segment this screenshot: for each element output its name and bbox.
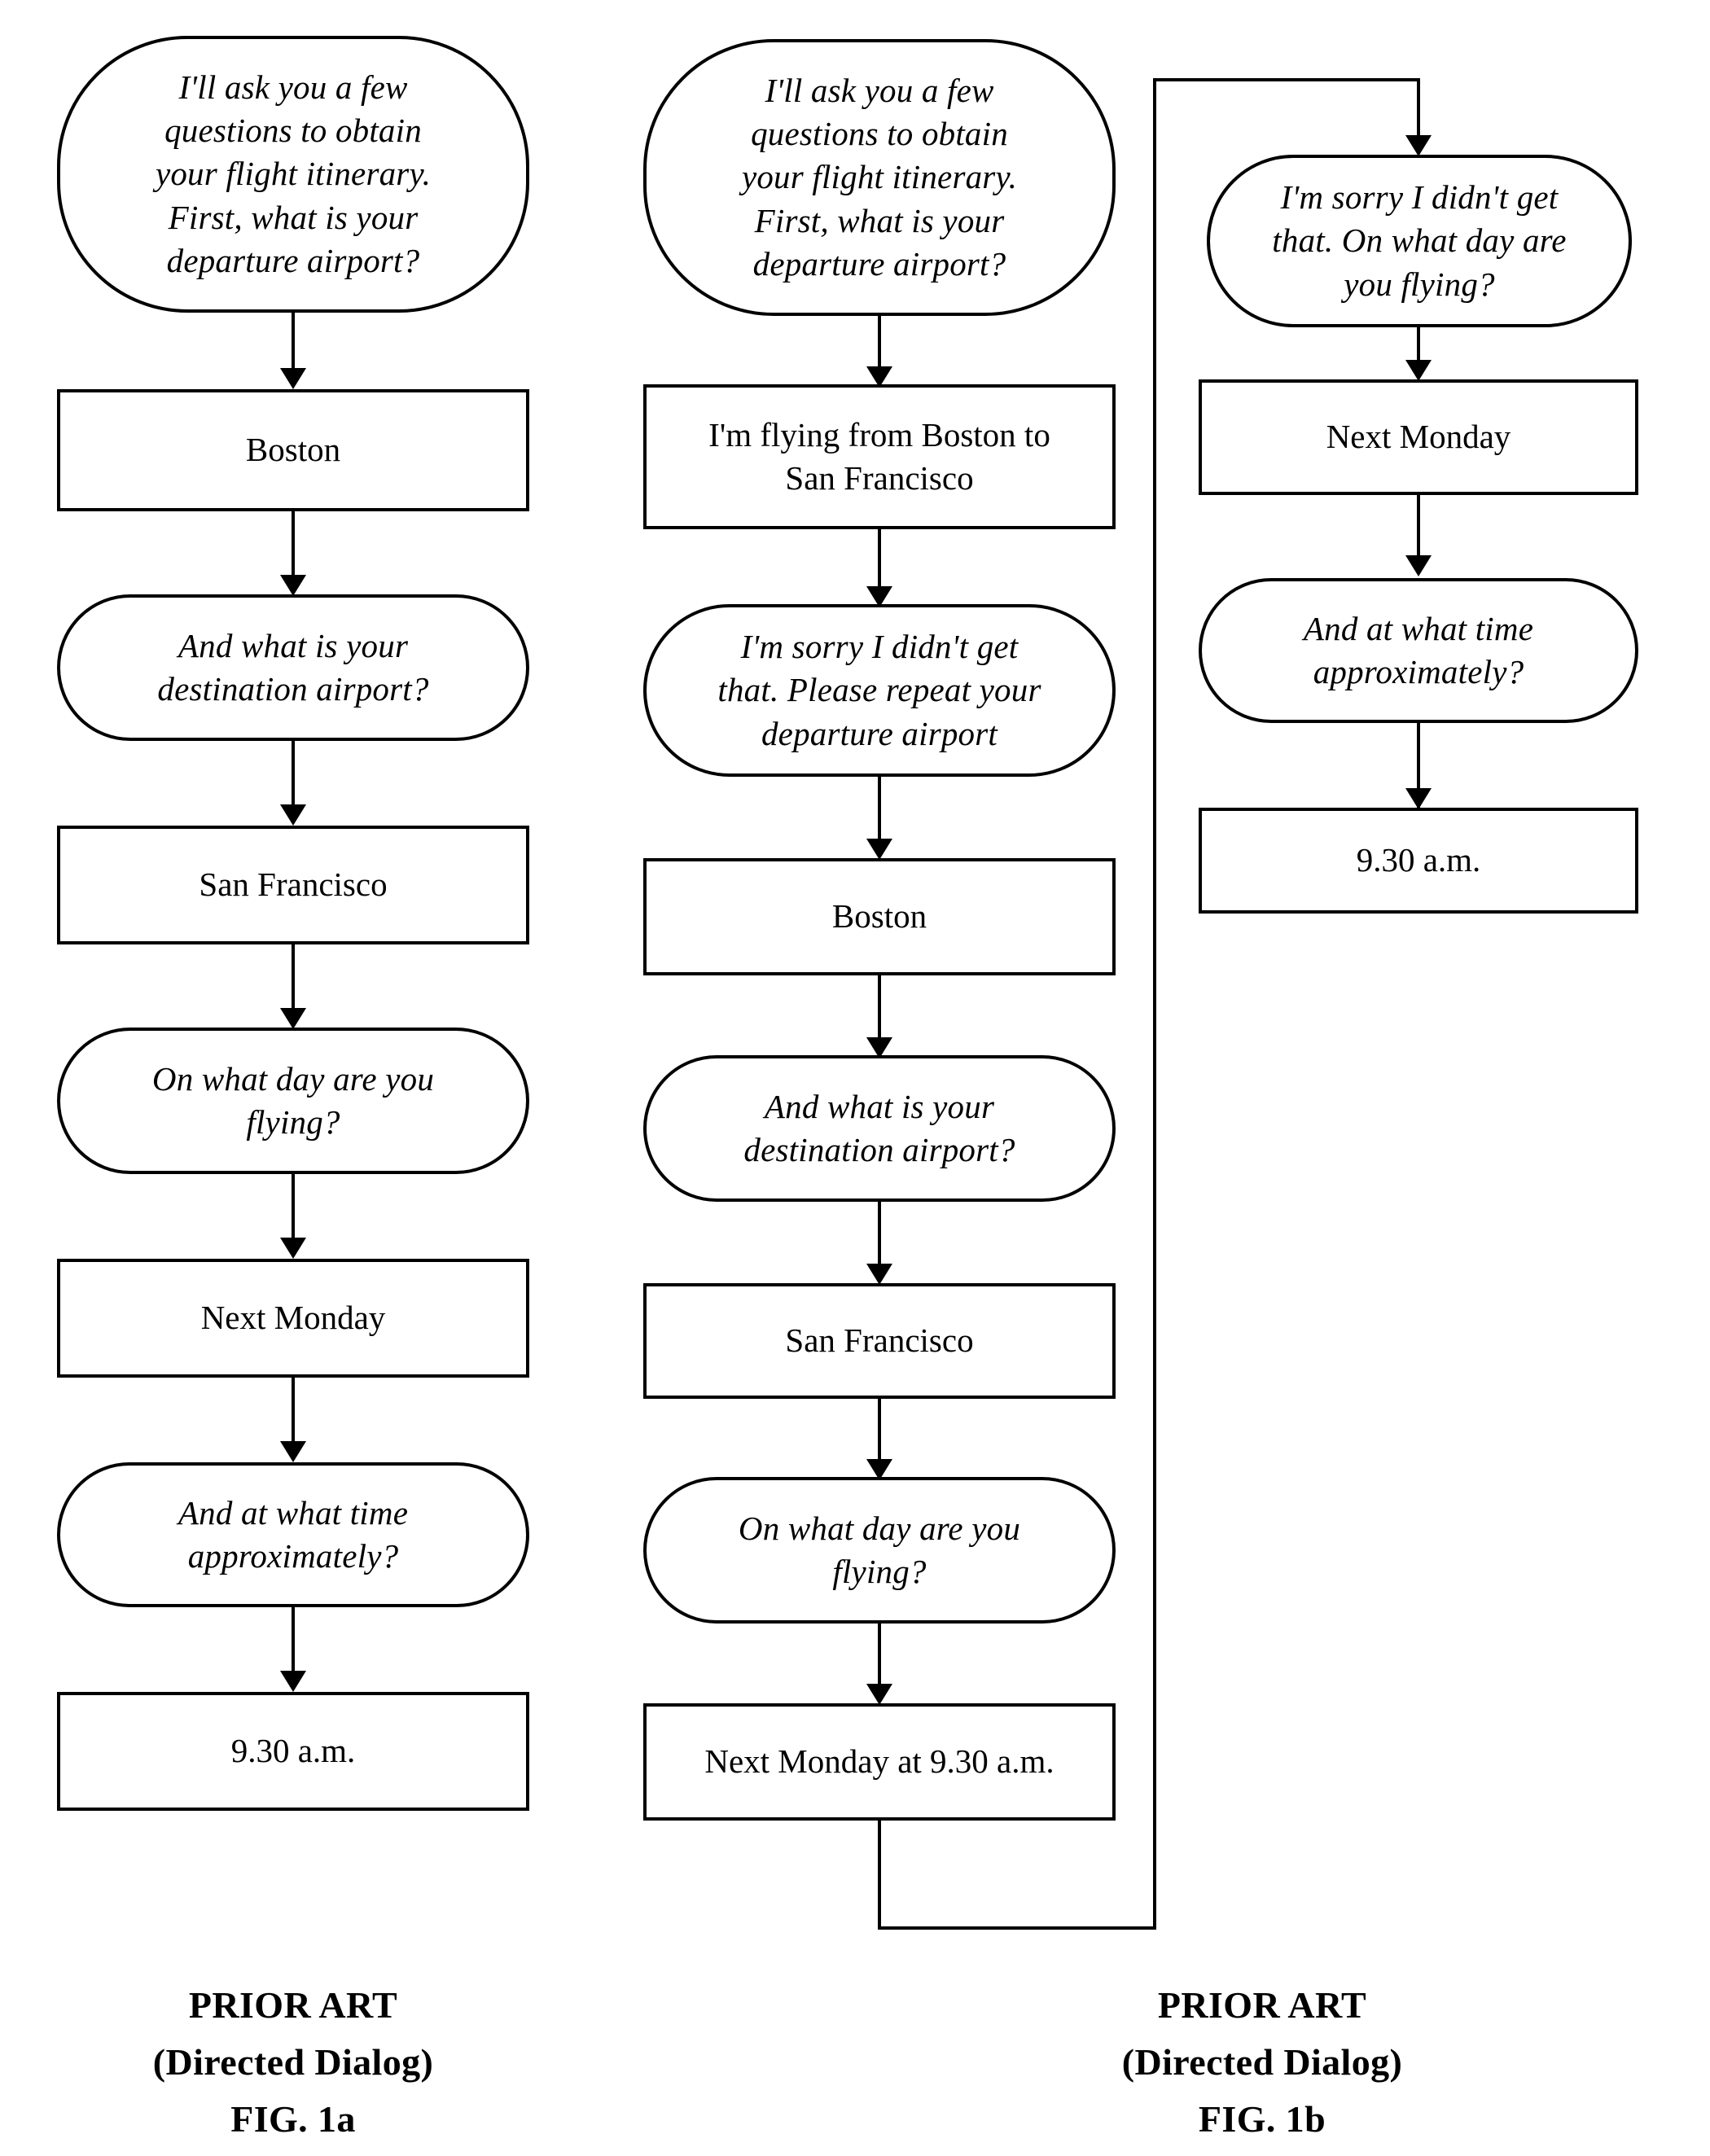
loopback-segment-down [878,1821,881,1930]
flow-node-b6-label: San Francisco [785,1321,974,1360]
flow-node-b3: I'm sorry I didn't get that. Please repe… [643,604,1116,777]
flow-node-b4-label: Boston [831,897,927,936]
arrowhead-b3-b4 [866,839,892,860]
flow-node-b7-label: On what day are you flying? [738,1509,1021,1590]
loopback-segment-right-top [1153,78,1420,81]
figure-canvas: I'll ask you a few questions to obtain y… [0,0,1710,2156]
flow-node-b8: Next Monday at 9.30 a.m. [643,1703,1116,1821]
flow-node-a7-label: And at what time approximately? [178,1493,409,1575]
flow-node-a5-label: On what day are you flying? [151,1059,435,1141]
flow-node-b6: San Francisco [643,1283,1116,1399]
flow-node-b2-label: I'm flying from Boston to San Francisco [708,415,1050,497]
flow-node-a4: San Francisco [57,826,529,944]
arrowhead-a5-a6 [280,1238,306,1259]
arrowhead-b9-b10 [1405,360,1432,381]
flow-node-b10: Next Monday [1199,379,1638,495]
flow-node-b9: I'm sorry I didn't get that. On what day… [1207,155,1632,327]
arrowhead-b5-b6 [866,1264,892,1285]
caption-fig-1b: PRIOR ART (Directed Dialog) FIG. 1b [977,1977,1547,2148]
flow-node-a4-label: San Francisco [199,865,388,904]
arrowhead-a2-a3 [280,575,306,596]
flow-node-a6: Next Monday [57,1259,529,1378]
arrowhead-a6-a7 [280,1441,306,1462]
flow-node-a8-label: 9.30 a.m. [230,1732,356,1770]
flow-node-b12-label: 9.30 a.m. [1356,841,1481,879]
flow-node-b12: 9.30 a.m. [1199,808,1638,914]
flow-node-b10-label: Next Monday [1326,418,1511,456]
arrowhead-a1-a2 [280,368,306,389]
arrowhead-a7-a8 [280,1671,306,1692]
caption-fig-1a: PRIOR ART (Directed Dialog) FIG. 1a [49,1977,537,2148]
flow-node-b11: And at what time approximately? [1199,578,1638,723]
flow-node-b5-label: And what is your destination airport? [743,1087,1015,1168]
flow-node-a1: I'll ask you a few questions to obtain y… [57,36,529,313]
arrowhead-b11-b12 [1405,788,1432,809]
caption-fig-1a-line2: (Directed Dialog) [152,2040,434,2083]
flow-node-a8: 9.30 a.m. [57,1692,529,1811]
arrowhead-b7-b8 [866,1684,892,1705]
flow-node-b11-label: And at what time approximately? [1303,609,1534,690]
flow-node-a1-label: I'll ask you a few questions to obtain y… [155,68,432,279]
loopback-segment-right-bottom [878,1926,1156,1930]
flow-node-b5: And what is your destination airport? [643,1055,1116,1202]
flow-node-a2: Boston [57,389,529,511]
flow-node-a7: And at what time approximately? [57,1462,529,1607]
flow-node-b1-label: I'll ask you a few questions to obtain y… [741,71,1018,283]
flow-node-b8-label: Next Monday at 9.30 a.m. [704,1742,1054,1781]
caption-fig-1b-line2: (Directed Dialog) [1121,2040,1403,2083]
arrowhead-a3-a4 [280,804,306,826]
caption-fig-1b-line1: PRIOR ART [1157,1984,1367,2026]
flow-node-b2: I'm flying from Boston to San Francisco [643,384,1116,529]
flow-node-b9-label: I'm sorry I didn't get that. On what day… [1272,178,1567,303]
flow-node-a5: On what day are you flying? [57,1028,529,1174]
flow-node-a3-label: And what is your destination airport? [157,626,429,708]
flow-node-b3-label: I'm sorry I didn't get that. Please repe… [717,628,1041,752]
arrowhead-a4-a5 [280,1008,306,1029]
arrowhead-loopback-b9 [1405,135,1432,156]
flow-node-a2-label: Boston [245,431,341,469]
caption-fig-1a-line3: FIG. 1a [230,2097,356,2140]
caption-fig-1b-line3: FIG. 1b [1198,2097,1326,2140]
arrowhead-b10-b11 [1405,555,1432,576]
caption-fig-1a-line1: PRIOR ART [188,1984,398,2026]
loopback-segment-up [1153,78,1156,1930]
flow-node-b4: Boston [643,858,1116,975]
flow-node-b1: I'll ask you a few questions to obtain y… [643,39,1116,316]
flow-node-b7: On what day are you flying? [643,1477,1116,1624]
flow-node-a3: And what is your destination airport? [57,594,529,741]
flow-node-a6-label: Next Monday [200,1299,386,1337]
